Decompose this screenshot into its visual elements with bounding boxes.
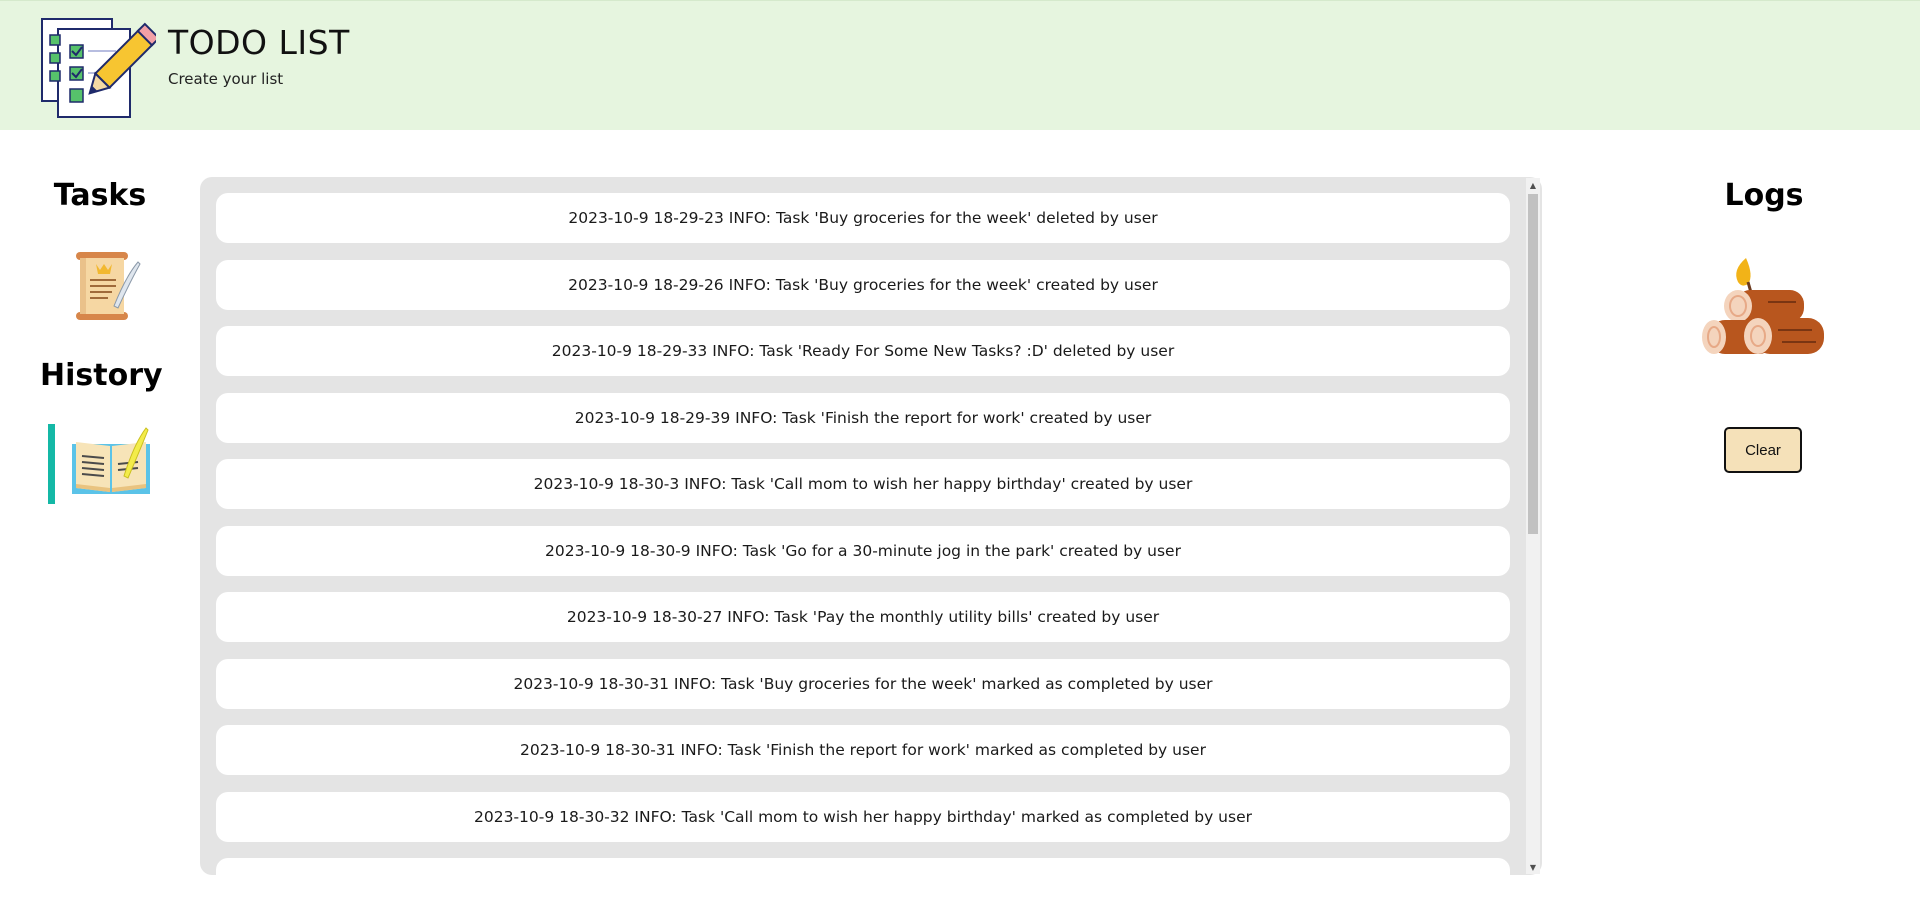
log-entry: 2023-10-9 18-30-27 INFO: Task 'Pay the m… [216, 592, 1510, 642]
active-indicator [48, 424, 55, 504]
app-header: TODO LIST Create your list [0, 0, 1920, 130]
log-entry: 2023-10-9 18-29-39 INFO: Task 'Finish th… [216, 392, 1510, 443]
scroll-quill-icon [76, 252, 141, 320]
sidebar-item-tasks[interactable] [68, 246, 144, 326]
log-scrollbar[interactable]: ▲ ▼ [1526, 178, 1540, 874]
open-book-quill-icon [72, 427, 150, 494]
scroll-down-icon[interactable]: ▼ [1526, 860, 1540, 874]
checklist-pencil-icon [41, 18, 156, 118]
log-entry [216, 858, 1510, 875]
history-heading: History [40, 358, 163, 393]
log-entry: 2023-10-9 18-30-31 INFO: Task 'Buy groce… [216, 658, 1510, 709]
scroll-up-icon[interactable]: ▲ [1526, 178, 1540, 192]
scrollbar-thumb[interactable] [1528, 194, 1538, 534]
firewood-logs-icon [1702, 258, 1824, 354]
log-entry: 2023-10-9 18-30-3 INFO: Task 'Call mom t… [216, 459, 1510, 509]
tasks-heading: Tasks [53, 178, 147, 213]
log-entry: 2023-10-9 18-29-23 INFO: Task 'Buy groce… [216, 193, 1510, 243]
app-title: TODO LIST [168, 23, 350, 62]
log-history-panel[interactable]: 2023-10-9 18-29-23 INFO: Task 'Buy groce… [200, 177, 1542, 875]
log-entry: 2023-10-9 18-29-33 INFO: Task 'Ready For… [216, 326, 1510, 376]
clear-button[interactable]: Clear [1724, 427, 1802, 473]
sidebar-item-history[interactable] [68, 424, 154, 504]
log-entry: 2023-10-9 18-30-31 INFO: Task 'Finish th… [216, 725, 1510, 775]
logs-heading: Logs [1724, 178, 1804, 213]
log-entry: 2023-10-9 18-30-32 INFO: Task 'Call mom … [216, 791, 1510, 842]
log-list: 2023-10-9 18-29-23 INFO: Task 'Buy groce… [216, 193, 1510, 875]
app-subtitle: Create your list [168, 70, 284, 88]
log-entry: 2023-10-9 18-30-9 INFO: Task 'Go for a 3… [216, 525, 1510, 576]
log-entry: 2023-10-9 18-29-26 INFO: Task 'Buy groce… [216, 259, 1510, 310]
